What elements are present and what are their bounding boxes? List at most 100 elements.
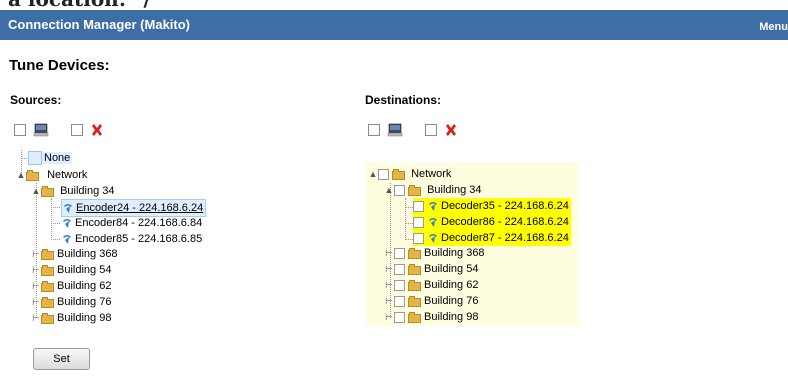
tree-item-decoder[interactable]: Decoder86 - 224.168.6.24 [413,214,571,230]
building-label: Building 98 [424,311,479,323]
sources-select-delete-checkbox[interactable] [70,123,83,136]
tree-item-building-34[interactable]: ▲ Building 34 [31,183,115,199]
delete-x-icon[interactable] [444,123,458,137]
destinations-select-monitor-checkbox[interactable] [368,123,380,136]
tree-item-building[interactable]: ⊢ Building 54 [384,261,478,277]
tree-checkbox[interactable] [413,216,424,228]
set-button[interactable]: Set [33,348,90,370]
tree-checkbox[interactable] [394,311,405,323]
decoder-icon [429,218,437,228]
none-label: None [42,152,73,164]
expand-icon[interactable]: ⊢ [31,310,41,326]
tree-checkbox[interactable] [394,263,405,275]
expand-icon[interactable]: ⊢ [31,262,41,278]
folder-icon [392,168,406,180]
tree-item-building[interactable]: ⊢ Building 76 [31,294,111,310]
collapse-icon[interactable]: ▲ [368,166,378,182]
tree-item-decoder[interactable]: Decoder35 - 224.168.6.24 [413,198,571,214]
collapse-icon[interactable]: ▲ [31,183,41,199]
tree-item-building[interactable]: ⊢ Building 98 [31,310,111,326]
building-label: Building 54 [424,263,479,275]
decoder-label: Decoder86 - 224.168.6.24 [441,216,569,228]
building-34-label: Building 34 [60,185,115,197]
encoder-label: Encoder24 - 224.168.6.24 [76,202,204,214]
building-label: Building 76 [424,295,479,307]
monitor-icon[interactable] [33,123,49,137]
destinations-heading: Destinations: [365,93,442,107]
folder-icon [41,280,55,292]
tree-item-network[interactable]: ▲ Network [16,167,88,183]
folder-icon [41,312,55,324]
encoder-icon [63,219,71,229]
destinations-select-delete-checkbox[interactable] [424,123,437,136]
encoder-icon [63,235,71,245]
building-label: Building 368 [424,247,485,259]
building-label: Building 98 [57,312,112,324]
expand-icon[interactable]: ⊢ [31,294,41,310]
network-label: Network [47,169,88,181]
building-label: Building 76 [57,296,112,308]
folder-icon [41,248,55,260]
expand-icon[interactable]: ⊢ [384,293,394,309]
sources-select-monitor-checkbox[interactable] [14,123,26,136]
building-label: Building 62 [57,280,112,292]
decoder-icon [429,234,437,244]
app-header: Connection Manager (Makito) Menu [0,10,788,40]
encoder-label: Encoder85 - 224.168.6.85 [75,233,203,245]
tree-item-building[interactable]: ⊢ Building 62 [384,277,478,293]
expand-icon[interactable]: ⊢ [384,277,394,293]
expand-icon[interactable]: ⊢ [384,309,394,325]
folder-icon [408,279,422,291]
tree-checkbox[interactable] [394,247,405,259]
tree-checkbox[interactable] [413,200,424,212]
tree-checkbox[interactable] [394,279,405,291]
folder-icon [408,263,422,275]
building-34-label: Building 34 [427,184,482,196]
decoder-icon [429,202,437,212]
expand-icon[interactable]: ⊢ [31,278,41,294]
none-item-box [28,151,42,166]
tree-item-network[interactable]: ▲ Network [368,166,452,182]
folder-icon [41,264,55,276]
monitor-icon[interactable] [387,123,403,137]
tree-checkbox[interactable] [394,295,405,307]
tree-item-building-34[interactable]: ▲ Building 34 [384,182,482,198]
tree-item-decoder[interactable]: Decoder87 - 224.168.6.24 [413,230,571,246]
encoder-label: Encoder84 - 224.168.6.84 [75,217,203,229]
tree-item-building[interactable]: ⊢ Building 62 [31,278,111,294]
folder-icon [408,311,422,323]
building-label: Building 368 [57,248,118,260]
page-title: Tune Devices: [9,57,110,74]
tree-item-encoder[interactable]: Encoder85 - 224.168.6.85 [61,231,202,247]
sources-heading: Sources: [10,93,62,107]
tree-item-building[interactable]: ⊢ Building 98 [384,309,478,325]
folder-icon [408,184,422,196]
folder-icon [408,295,422,307]
delete-x-icon[interactable] [90,123,104,137]
building-label: Building 54 [57,264,112,276]
expand-icon[interactable]: ⊢ [384,245,394,261]
network-label: Network [411,168,452,180]
sources-actions [14,121,104,137]
tree-item-building[interactable]: ⊢ Building 54 [31,262,111,278]
collapse-icon[interactable]: ▲ [16,167,26,183]
tree-checkbox[interactable] [378,168,389,180]
tree-item-encoder[interactable]: Encoder84 - 224.168.6.84 [61,215,202,231]
folder-icon [408,247,422,259]
collapse-icon[interactable]: ▲ [384,182,394,198]
folder-icon [26,169,40,181]
tree-checkbox[interactable] [413,232,424,244]
expand-icon[interactable]: ⊢ [384,261,394,277]
tree-checkbox[interactable] [394,184,405,196]
decoder-label: Decoder87 - 224.168.6.24 [441,232,569,244]
expand-icon[interactable]: ⊢ [31,246,41,262]
building-label: Building 62 [424,279,479,291]
folder-icon [41,185,55,197]
encoder-icon [64,204,72,214]
app-title: Connection Manager (Makito) [8,17,191,32]
tree-item-building[interactable]: ⊢ Building 368 [384,245,485,261]
tree-item-building[interactable]: ⊢ Building 76 [384,293,478,309]
menu-link[interactable]: Menu [759,21,788,33]
tree-item-building[interactable]: ⊢ Building 368 [31,246,118,262]
tree-item-none[interactable]: None [28,150,73,166]
